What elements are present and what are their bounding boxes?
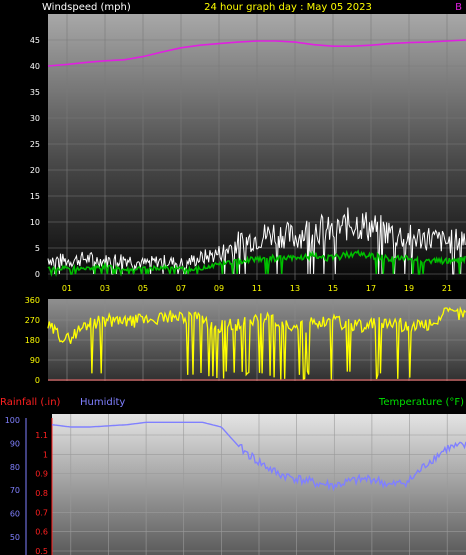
time-x-tick-label: 03 xyxy=(100,284,110,293)
wind-y-tick-label: 15 xyxy=(30,192,40,201)
wind-y-tick-label: 20 xyxy=(30,166,40,175)
rainfall-y-tick-label: 0.8 xyxy=(35,489,48,498)
time-x-tick-label: 07 xyxy=(176,284,186,293)
humidity-y-tick-label: 70 xyxy=(10,486,20,495)
time-x-tick-label: 19 xyxy=(404,284,414,293)
wind-y-tick-label: 45 xyxy=(30,36,40,45)
time-x-tick-label: 01 xyxy=(62,284,72,293)
rainfall-legend: Rainfall (.in) xyxy=(0,397,61,408)
humidity-y-tick-label: 60 xyxy=(10,510,20,519)
wind-y-tick-label: 5 xyxy=(35,244,40,253)
wind-y-tick-label: 40 xyxy=(30,62,40,71)
chart-title: 24 hour graph day : May 05 2023 xyxy=(204,2,372,13)
wind-y-tick-label: 25 xyxy=(30,140,40,149)
wind-y-tick-label: 10 xyxy=(30,218,40,227)
rainfall-y-tick-label: 0.9 xyxy=(35,470,48,479)
barometer-label: B xyxy=(455,2,462,13)
wind-y-ticks: 0 5 10 15 20 25 30 35 40 45 xyxy=(30,36,40,279)
humidity-panel: Rainfall (.in) Humidity Temperature (°F)… xyxy=(0,397,466,555)
humidity-y-tick-label: 80 xyxy=(10,463,20,472)
wind-ylabel: Windspeed (mph) xyxy=(42,2,131,13)
direction-y-tick-label: 0 xyxy=(35,376,40,385)
humidity-y-tick-label: 90 xyxy=(10,439,20,448)
wind-y-tick-label: 30 xyxy=(30,114,40,123)
rainfall-y-tick-label: 0.7 xyxy=(35,508,48,517)
direction-y-tick-label: 360 xyxy=(25,296,40,305)
direction-y-tick-label: 90 xyxy=(30,356,40,365)
time-x-tick-label: 05 xyxy=(138,284,148,293)
wind-panel: Windspeed (mph) 24 hour graph day : May … xyxy=(30,2,466,296)
direction-panel: 0 90 180 270 360 xyxy=(25,296,466,385)
humidity-y-tick-label: 100 xyxy=(5,416,20,425)
time-x-tick-label: 15 xyxy=(328,284,338,293)
humidity-legend: Humidity xyxy=(80,397,125,408)
time-x-tick-label: 11 xyxy=(252,284,262,293)
humidity-y-tick-label: 50 xyxy=(10,533,20,542)
direction-y-tick-label: 270 xyxy=(25,316,40,325)
direction-y-ticks: 0 90 180 270 360 xyxy=(25,296,40,385)
rainfall-y-tick-label: 1.1 xyxy=(35,431,48,440)
rainfall-y-tick-label: 1 xyxy=(43,450,48,459)
time-x-tick-label: 13 xyxy=(290,284,300,293)
time-x-tick-label: 17 xyxy=(366,284,376,293)
rainfall-y-tick-label: 0.6 xyxy=(35,528,48,537)
temperature-legend: Temperature (°F) xyxy=(378,397,464,408)
weather-graph-canvas: Windspeed (mph) 24 hour graph day : May … xyxy=(0,2,466,555)
wind-y-tick-label: 0 xyxy=(35,270,40,279)
wind-y-tick-label: 35 xyxy=(30,88,40,97)
time-x-tick-label: 21 xyxy=(442,284,452,293)
time-x-tick-label: 09 xyxy=(214,284,224,293)
rainfall-y-tick-label: 0.5 xyxy=(35,547,48,555)
direction-y-tick-label: 180 xyxy=(25,336,40,345)
